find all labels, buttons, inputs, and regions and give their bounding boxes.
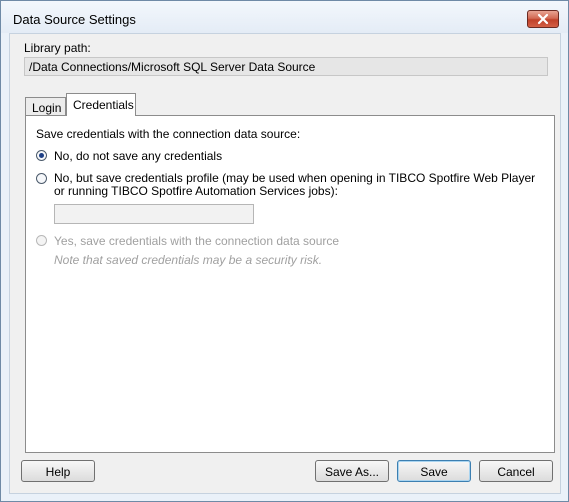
credentials-panel: Save credentials with the connection dat…: [25, 115, 555, 453]
window-title: Data Source Settings: [13, 12, 136, 27]
radio-save-credentials-label: Yes, save credentials with the connectio…: [54, 234, 340, 248]
dialog-client-area: Library path: /Data Connections/Microsof…: [9, 33, 561, 494]
radio-save-profile[interactable]: [36, 173, 47, 184]
save-button[interactable]: Save: [397, 460, 471, 482]
tab-login[interactable]: Login: [25, 97, 66, 116]
credentials-profile-input[interactable]: [54, 204, 254, 224]
close-button[interactable]: [527, 10, 559, 28]
radio-no-save-label: No, do not save any credentials: [54, 149, 223, 163]
tab-credentials[interactable]: Credentials: [66, 93, 136, 116]
radio-save-profile-line1: No, but save credentials profile (may be…: [54, 171, 536, 185]
save-credentials-label: Save credentials with the connection dat…: [36, 127, 301, 141]
radio-no-save[interactable]: [36, 150, 47, 161]
radio-save-credentials: [36, 235, 47, 246]
tab-login-label: Login: [32, 101, 62, 115]
radio-save-profile-line2: or running TIBCO Spotfire Automation Ser…: [54, 184, 338, 198]
security-note: Note that saved credentials may be a sec…: [54, 253, 323, 267]
help-button[interactable]: Help: [21, 460, 95, 482]
library-path-field: /Data Connections/Microsoft SQL Server D…: [24, 57, 548, 76]
cancel-button[interactable]: Cancel: [479, 460, 553, 482]
radio-save-profile-label: No, but save credentials profile (may be…: [54, 172, 535, 198]
save-as-button[interactable]: Save As...: [315, 460, 389, 482]
title-bar[interactable]: Data Source Settings: [1, 1, 568, 33]
tab-credentials-label: Credentials: [73, 98, 134, 112]
dialog-window: Data Source Settings Library path: /Data…: [0, 0, 569, 502]
library-path-label: Library path:: [24, 41, 91, 55]
close-icon: [537, 13, 549, 25]
